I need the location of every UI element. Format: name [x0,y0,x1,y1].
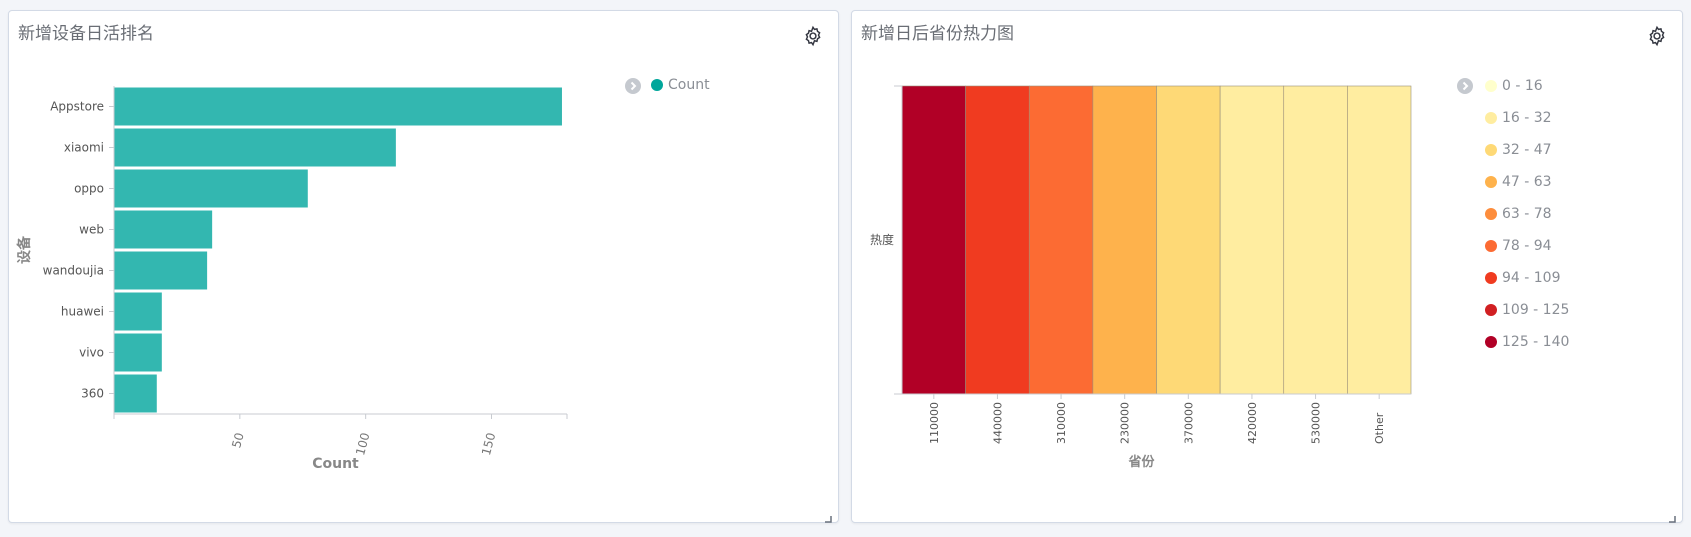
legend-label: 63 - 78 [1502,206,1552,222]
legend-item[interactable]: 94 - 109 [1485,270,1561,286]
bar-Appstore [114,87,562,126]
legend-item[interactable]: 16 - 32 [1485,110,1552,126]
bar-huawei [114,292,162,331]
x-tick-label: 530000 [1310,402,1323,444]
x-axis-label: Count [312,456,359,472]
x-tick-label: 110000 [928,402,941,444]
legend-item[interactable]: 32 - 47 [1485,142,1552,158]
y-tick-label: oppo [74,182,104,196]
bar-web [114,210,213,249]
legend-swatch [651,79,663,91]
legend-item-count[interactable]: Count [651,77,710,93]
bar-360 [114,374,157,413]
legend-item[interactable]: 63 - 78 [1485,206,1552,222]
x-tick-label: 100 [353,431,372,457]
gear-icon[interactable] [802,25,824,47]
legend-label: 16 - 32 [1502,110,1552,126]
heat-cell-310000 [1028,85,1094,395]
x-tick-label: 310000 [1055,402,1068,444]
legend-swatch [1485,208,1497,220]
bar-oppo [114,169,308,208]
x-tick-label: 420000 [1246,402,1259,444]
legend-item[interactable]: 47 - 63 [1485,174,1552,190]
legend-label: Count [668,77,710,93]
chevron-right-icon[interactable] [625,78,641,94]
y-tick-label: Appstore [50,100,104,114]
province-heatmap-panel: 新增日后省份热力图 110000 440000 310000 230000 370000… [851,10,1683,523]
legend-label: 47 - 63 [1502,174,1552,190]
x-tick-label: 440000 [991,402,1004,444]
gear-icon[interactable] [1646,25,1668,47]
legend-item[interactable]: 78 - 94 [1485,238,1552,254]
legend-label: 125 - 140 [1502,334,1570,350]
bar-wandoujia [114,251,208,290]
legend-swatch [1485,144,1497,156]
heat-cell-440000 [965,85,1030,395]
legend-swatch [1485,240,1497,252]
x-axis-label: 省份 [1127,454,1155,470]
device-ranking-panel: 新增设备日活排名 Appstore xiaomi oppo web wandoujia h… [8,10,839,523]
x-tick-label: 230000 [1119,402,1132,444]
legend-label: 94 - 109 [1502,270,1561,286]
heatmap-chart: 110000 440000 310000 230000 370000 420000 5300… [870,85,1412,470]
legend-swatch [1485,304,1497,316]
x-tick-label: 150 [479,431,498,457]
heat-cell-420000 [1219,85,1285,395]
y-tick-label: xiaomi [64,141,104,155]
bar-vivo [114,333,162,372]
legend-label: 0 - 16 [1502,78,1543,94]
legend-swatch [1485,176,1497,188]
y-tick-label: 360 [81,387,104,401]
resize-corner-icon[interactable] [824,508,832,523]
legend-swatch [1485,112,1497,124]
x-tick-label: Other [1373,412,1386,444]
legend-item[interactable]: 109 - 125 [1485,302,1569,318]
legend-label: 32 - 47 [1502,142,1552,158]
bar-chart: Appstore xiaomi oppo web wandoujia huawei vivo… [16,86,568,472]
heat-cell-Other [1347,85,1412,395]
heat-cell-530000 [1283,85,1348,395]
bar-xiaomi [114,128,396,167]
legend-swatch [1485,272,1497,284]
resize-corner-icon[interactable] [1668,508,1676,523]
y-axis-label: 设备 [16,235,33,264]
y-tick-label: wandoujia [43,264,104,278]
legend-label: 78 - 94 [1502,238,1552,254]
y-tick-label: vivo [79,346,104,360]
legend-label: 109 - 125 [1502,302,1570,318]
y-tick-label: 热度 [870,232,894,247]
legend-swatch [1485,336,1497,348]
heat-cell-370000 [1156,85,1221,395]
chevron-right-icon[interactable] [1457,78,1473,94]
x-tick-label: 50 [229,431,246,449]
legend-item[interactable]: 125 - 140 [1485,334,1569,350]
legend-swatch [1485,80,1497,92]
heat-cell-230000 [1092,85,1157,395]
heat-cell-110000 [901,85,966,395]
y-tick-label: huawei [61,305,104,319]
legend-item[interactable]: 0 - 16 [1485,78,1543,94]
x-tick-label: 370000 [1182,402,1195,444]
y-tick-label: web [79,223,104,237]
